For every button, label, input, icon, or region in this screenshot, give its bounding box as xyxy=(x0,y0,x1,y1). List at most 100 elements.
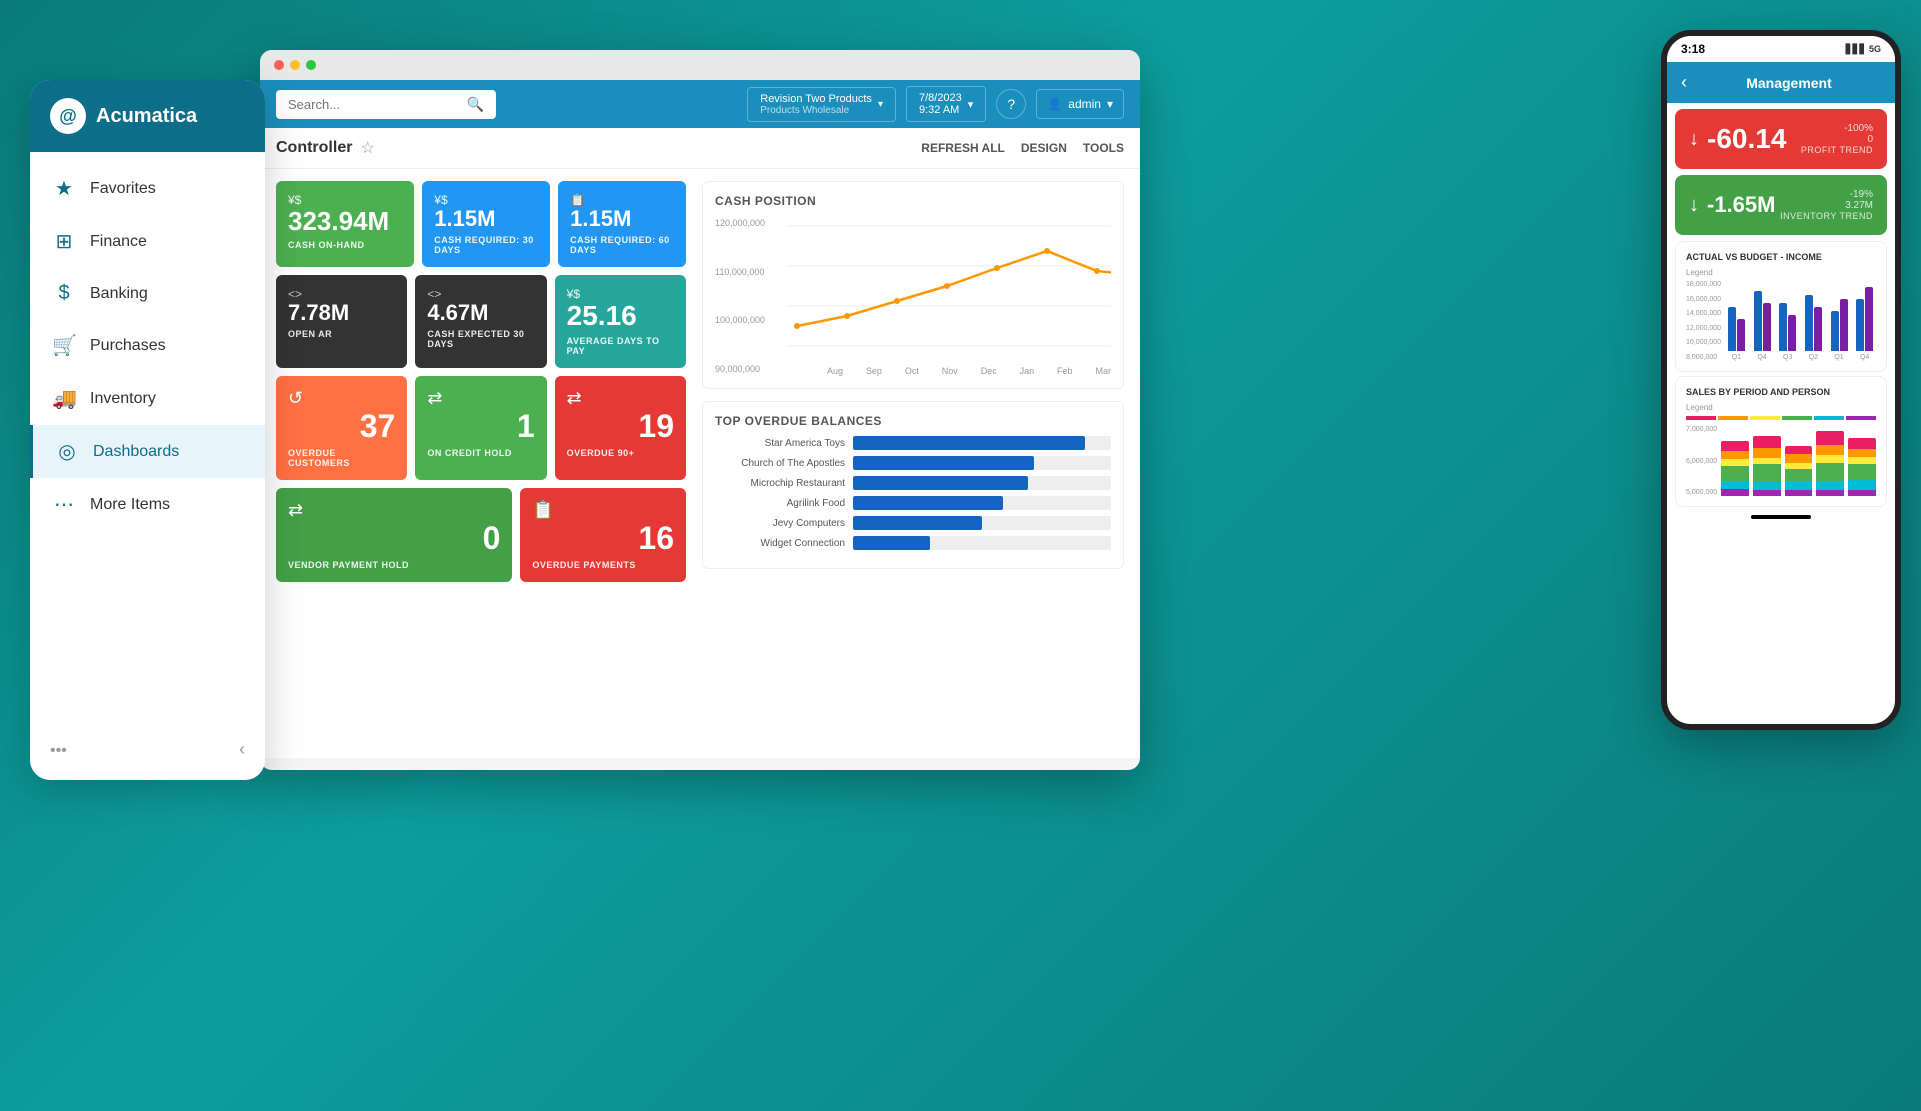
overdue-90-label: OVERDUE 90+ xyxy=(567,448,674,458)
sales-legend-cyan xyxy=(1814,416,1844,420)
credit-hold-label: ON CREDIT HOLD xyxy=(427,448,534,458)
overdue-payments-widget[interactable]: 📋 16 OVERDUE PAYMENTS xyxy=(520,488,686,582)
seg-4-6 xyxy=(1816,490,1844,496)
seg-5-3 xyxy=(1848,457,1876,464)
admin-menu[interactable]: 👤 admin ▾ xyxy=(1036,89,1124,119)
cash-req-60-label: CASH REQUIRED: 60 DAYS xyxy=(570,235,674,255)
sidebar-item-purchases[interactable]: 🛒 Purchases xyxy=(30,319,265,372)
sidebar-collapse-button[interactable]: ‹ xyxy=(239,739,245,760)
page-title: Controller xyxy=(276,139,352,157)
bar-fill-5 xyxy=(853,516,982,530)
cash-expected-widget[interactable]: <> 4.67M CASH EXPECTED 30 DAYS xyxy=(415,275,546,368)
credit-hold-widget[interactable]: ⇄ 1 ON CREDIT HOLD xyxy=(415,376,546,480)
profit-trend-widget[interactable]: ↓ -60.14 -100% 0 PROFIT TREND xyxy=(1675,109,1887,169)
income-bar-actual-6 xyxy=(1856,299,1864,351)
income-bar-actual-2 xyxy=(1754,291,1762,351)
bar-track-5 xyxy=(853,516,1111,530)
dashboard-grid: ¥$ 323.94M CASH ON-HAND ¥$ 1.15M CASH RE… xyxy=(260,169,1140,594)
income-bar-q3: Q3 xyxy=(1776,303,1799,361)
cash-expected-value: 4.67M xyxy=(427,301,534,325)
income-bar-budget-1 xyxy=(1737,319,1745,351)
inventory-icon: 🚚 xyxy=(52,386,76,411)
window-maximize-dot[interactable] xyxy=(306,60,316,70)
avg-days-pay-widget[interactable]: ¥$ 25.16 AVERAGE DAYS TO PAY xyxy=(555,275,686,368)
income-chart-section: ACTUAL VS BUDGET - INCOME Legend 18,000,… xyxy=(1675,241,1887,372)
tools-button[interactable]: TOOLS xyxy=(1083,141,1124,155)
overdue-balances-chart: TOP OVERDUE BALANCES Star America Toys C… xyxy=(702,401,1124,569)
cash-on-hand-label: CASH ON-HAND xyxy=(288,240,402,250)
right-charts: CASH POSITION 120,000,000 110,000,000 10… xyxy=(702,181,1124,582)
open-ar-widget[interactable]: <> 7.78M OPEN AR xyxy=(276,275,407,368)
search-input[interactable] xyxy=(288,97,459,112)
sidebar-item-favorites[interactable]: ★ Favorites xyxy=(30,162,265,215)
bar-chart-container: Star America Toys Church of The Apostles xyxy=(715,436,1111,550)
phone-back-button[interactable]: ‹ xyxy=(1681,72,1687,93)
favorite-star-icon[interactable]: ☆ xyxy=(360,138,374,158)
date-display: 7/8/2023 xyxy=(919,92,962,104)
bar-track-1 xyxy=(853,436,1111,450)
nav-brand-selector[interactable]: Revision Two Products Products Wholesale… xyxy=(747,87,896,122)
bar-label-1: Star America Toys xyxy=(715,438,845,449)
seg-4-3 xyxy=(1816,455,1844,463)
open-ar-label: OPEN AR xyxy=(288,329,395,339)
profit-abs-change: 0 xyxy=(1801,134,1873,145)
cash-on-hand-widget[interactable]: ¥$ 323.94M CASH ON-HAND xyxy=(276,181,414,267)
purchases-icon: 🛒 xyxy=(52,333,76,358)
x-label-jan: Jan xyxy=(1020,366,1035,376)
search-box[interactable]: 🔍 xyxy=(276,90,496,119)
dashboards-icon: ◎ xyxy=(55,439,79,464)
help-button[interactable]: ? xyxy=(996,89,1026,119)
overdue-customers-widget[interactable]: ↺ 37 OVERDUE CUSTOMERS xyxy=(276,376,407,480)
sales-chart-title: SALES BY PERIOD AND PERSON xyxy=(1686,387,1876,397)
income-bar-actual-4 xyxy=(1805,295,1813,351)
bar-label-4: Agrilink Food xyxy=(715,498,845,509)
overdue-payments-label: OVERDUE PAYMENTS xyxy=(532,560,674,570)
bar-row-5: Jevy Computers xyxy=(715,516,1111,530)
income-x-q4: Q4 xyxy=(1757,354,1766,361)
income-y-16: 16,000,000 xyxy=(1686,296,1721,303)
vendor-payment-hold-widget[interactable]: ⇄ 0 VENDOR PAYMENT HOLD xyxy=(276,488,512,582)
income-x-q1: Q1 xyxy=(1732,354,1741,361)
seg-5-6 xyxy=(1848,490,1876,496)
income-bar-budget-6 xyxy=(1865,287,1873,351)
admin-chevron-icon: ▾ xyxy=(1107,97,1113,111)
date-selector[interactable]: 7/8/2023 9:32 AM ▾ xyxy=(906,86,986,122)
sales-chart-legend: Legend xyxy=(1686,403,1876,412)
seg-1-3 xyxy=(1721,459,1749,466)
finance-icon: ⊞ xyxy=(52,229,76,254)
cash-required-60-widget[interactable]: 📋 1.15M CASH REQUIRED: 60 DAYS xyxy=(558,181,686,267)
inventory-abs-change: 3.27M xyxy=(1780,200,1873,211)
overdue-90-widget[interactable]: ⇄ 19 OVERDUE 90+ xyxy=(555,376,686,480)
refresh-all-button[interactable]: REFRESH ALL xyxy=(921,141,1005,155)
left-widgets: ¥$ 323.94M CASH ON-HAND ¥$ 1.15M CASH RE… xyxy=(276,181,686,582)
sidebar-item-more-items[interactable]: ⋯ More Items xyxy=(30,478,265,531)
sidebar-item-dashboards[interactable]: ◎ Dashboards xyxy=(30,425,265,478)
bar-fill-2 xyxy=(853,456,1034,470)
phone-home-indicator[interactable] xyxy=(1751,515,1811,519)
sidebar-item-inventory[interactable]: 🚚 Inventory xyxy=(30,372,265,425)
inventory-trend-widget[interactable]: ↓ -1.65M -19% 3.27M INVENTORY TREND xyxy=(1675,175,1887,235)
sidebar-item-banking[interactable]: $ Banking xyxy=(30,268,265,319)
income-x-q2: Q2 xyxy=(1809,354,1818,361)
navigation: ★ Favorites ⊞ Finance $ Banking 🛒 Purcha… xyxy=(30,152,265,541)
cash-req-60-value: 1.15M xyxy=(570,207,674,231)
sales-y-6m: 6,000,000 xyxy=(1686,458,1717,465)
seg-2-1 xyxy=(1753,436,1781,448)
phone-status-bar: 3:18 ▋▋▋ 5G xyxy=(1667,36,1895,62)
sidebar-label-purchases: Purchases xyxy=(90,337,166,355)
cash-req-30-value: 1.15M xyxy=(434,207,538,231)
profit-trend-label: PROFIT TREND xyxy=(1801,145,1873,155)
admin-user-icon: 👤 xyxy=(1047,97,1062,111)
income-y-10: 10,000,000 xyxy=(1686,339,1721,346)
design-button[interactable]: DESIGN xyxy=(1021,141,1067,155)
window-minimize-dot[interactable] xyxy=(290,60,300,70)
y-label-1: 120,000,000 xyxy=(715,218,787,228)
inventory-down-arrow-icon: ↓ xyxy=(1689,194,1699,217)
cash-required-30-widget[interactable]: ¥$ 1.15M CASH REQUIRED: 30 DAYS xyxy=(422,181,550,267)
seg-2-2 xyxy=(1753,448,1781,458)
bar-row-2: Church of The Apostles xyxy=(715,456,1111,470)
y-label-2: 110,000,000 xyxy=(715,267,787,277)
sidebar-item-finance[interactable]: ⊞ Finance xyxy=(30,215,265,268)
window-close-dot[interactable] xyxy=(274,60,284,70)
cash-req-30-label: CASH REQUIRED: 30 DAYS xyxy=(434,235,538,255)
